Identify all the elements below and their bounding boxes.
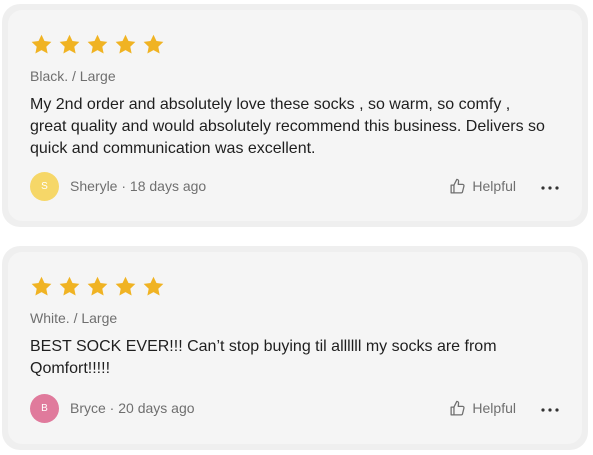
avatar-initial: B xyxy=(41,402,48,414)
more-options-icon xyxy=(541,177,559,195)
star-icon xyxy=(114,33,137,56)
review-card: White. / Large BEST SOCK EVER!!! Can’t s… xyxy=(8,252,582,444)
helpful-button[interactable]: Helpful xyxy=(449,400,516,417)
more-options-button[interactable] xyxy=(540,398,560,418)
review-time: 18 days ago xyxy=(129,178,207,194)
avatar-initial: S xyxy=(41,180,48,192)
more-options-icon xyxy=(541,399,559,417)
more-options-button[interactable] xyxy=(540,176,560,196)
thumbs-up-icon xyxy=(449,400,466,417)
star-rating xyxy=(30,32,560,56)
review-variant: White. / Large xyxy=(30,310,118,326)
star-icon xyxy=(142,33,165,56)
star-icon xyxy=(30,275,53,298)
thumbs-up-icon xyxy=(449,178,466,195)
review-time: 20 days ago xyxy=(118,400,195,416)
star-rating xyxy=(30,274,560,298)
review-card-outline: Black. / Large My 2nd order and absolute… xyxy=(2,4,588,227)
star-icon xyxy=(86,33,109,56)
review-text: BEST SOCK EVER!!! Can’t stop buying til … xyxy=(30,338,497,377)
review-variant: Black. / Large xyxy=(30,68,116,84)
helpful-label: Helpful xyxy=(472,178,516,194)
meta-separator: · xyxy=(117,178,130,194)
avatar: B xyxy=(30,393,59,423)
review-meta: Bryce · 20 days ago xyxy=(70,400,449,416)
meta-separator: · xyxy=(105,400,119,416)
review-footer: B Bryce · 20 days ago Helpful xyxy=(30,393,560,423)
review-text: My 2nd order and absolutely love these s… xyxy=(30,96,545,157)
star-icon xyxy=(58,275,81,298)
reviewer-name: Bryce xyxy=(70,400,106,416)
review-footer: S Sheryle · 18 days ago Helpful xyxy=(30,171,560,201)
avatar: S xyxy=(30,171,59,201)
review-card: Black. / Large My 2nd order and absolute… xyxy=(8,10,582,221)
star-icon xyxy=(142,275,165,298)
star-icon xyxy=(114,275,137,298)
helpful-button[interactable]: Helpful xyxy=(449,178,516,195)
review-meta: Sheryle · 18 days ago xyxy=(70,178,449,194)
review-card-outline: White. / Large BEST SOCK EVER!!! Can’t s… xyxy=(2,246,588,450)
reviewer-name: Sheryle xyxy=(70,178,118,194)
star-icon xyxy=(58,33,81,56)
helpful-label: Helpful xyxy=(472,400,516,416)
star-icon xyxy=(86,275,109,298)
star-icon xyxy=(30,33,53,56)
